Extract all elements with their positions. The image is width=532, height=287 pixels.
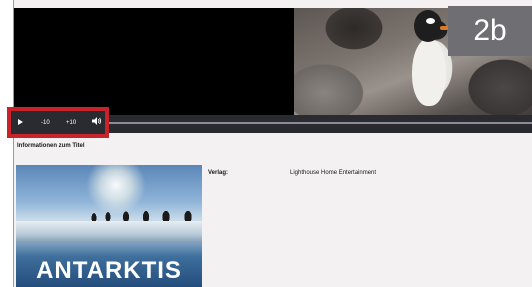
left-border bbox=[0, 0, 14, 287]
forward-10-button[interactable]: +10 bbox=[66, 119, 76, 127]
page: 2b -10 +10 Informationen zum Titel ANTAR… bbox=[0, 0, 532, 287]
cover-image: ANTARKTIS bbox=[16, 165, 202, 287]
publisher-label: Verlag: bbox=[208, 170, 229, 176]
publisher-value: Lighthouse Home Entertainment bbox=[290, 170, 377, 176]
step-badge: 2b bbox=[448, 6, 532, 56]
penguin-head bbox=[414, 10, 442, 42]
cover-ice bbox=[16, 221, 202, 243]
cover-sun bbox=[86, 165, 146, 215]
cover-title: ANTARKTIS bbox=[36, 257, 182, 284]
rewind-10-button[interactable]: -10 bbox=[41, 119, 50, 127]
play-icon[interactable] bbox=[18, 119, 23, 125]
penguin-eye bbox=[426, 18, 435, 24]
section-title: Informationen zum Titel bbox=[17, 143, 85, 149]
volume-icon[interactable] bbox=[92, 117, 102, 125]
progress-track[interactable] bbox=[100, 122, 532, 124]
penguin-image bbox=[412, 38, 446, 106]
